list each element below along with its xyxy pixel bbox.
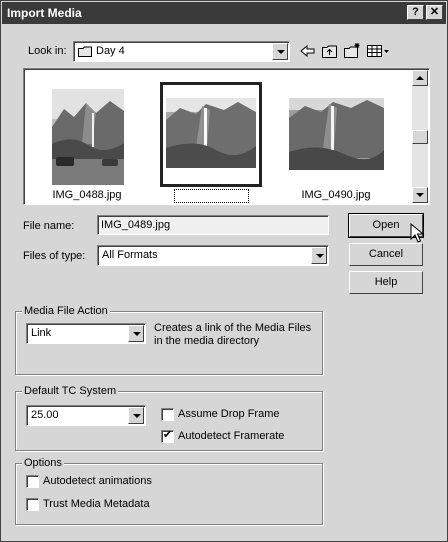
file-type-value: All Formats bbox=[102, 249, 158, 261]
checkmark-icon: ✔ bbox=[162, 429, 173, 441]
scroll-up-button[interactable] bbox=[412, 70, 428, 86]
file-name-label: IMG_0489.jpg bbox=[176, 189, 246, 201]
assume-drop-frame-label: Assume Drop Frame bbox=[178, 408, 280, 420]
chevron-down-icon[interactable] bbox=[128, 325, 144, 342]
help-button[interactable]: Help bbox=[349, 271, 423, 294]
file-list[interactable]: IMG_0488.jpg IMG_0489.jpg IMG_0490.jpg bbox=[23, 68, 430, 205]
cursor-icon bbox=[410, 223, 425, 243]
photo-thumbnail bbox=[52, 89, 124, 185]
default-tc-system-group: Default TC System 25.00 Assume Drop Fram… bbox=[15, 385, 323, 451]
autodetect-animations-checkbox[interactable] bbox=[26, 475, 39, 488]
new-folder-icon[interactable] bbox=[342, 42, 362, 60]
look-in-label: Look in: bbox=[28, 45, 67, 57]
default-tc-system-title: Default TC System bbox=[22, 385, 119, 397]
help-button-label: Help bbox=[374, 276, 398, 288]
import-media-dialog: Import Media ? ✕ Look in: Day 4 IMG_0488… bbox=[0, 0, 448, 542]
view-menu-icon[interactable] bbox=[365, 42, 391, 60]
file-item-img-0490[interactable] bbox=[289, 98, 384, 170]
autodetect-animations-label: Autodetect animations bbox=[43, 475, 152, 487]
file-name-label: IMG_0488.jpg bbox=[52, 189, 122, 201]
autodetect-framerate-label: Autodetect Framerate bbox=[178, 430, 285, 442]
media-file-action-title: Media File Action bbox=[22, 305, 110, 317]
close-title-button[interactable]: ✕ bbox=[426, 5, 443, 20]
tc-system-select[interactable]: 25.00 bbox=[26, 405, 146, 426]
assume-drop-frame-checkbox[interactable] bbox=[161, 408, 174, 421]
cancel-button[interactable]: Cancel bbox=[349, 243, 423, 266]
file-name-field-label: File name: bbox=[23, 220, 75, 232]
back-icon[interactable] bbox=[298, 42, 318, 60]
options-title: Options bbox=[22, 457, 64, 469]
autodetect-framerate-checkbox[interactable]: ✔ bbox=[161, 429, 174, 443]
file-type-select[interactable]: All Formats bbox=[97, 245, 329, 266]
look-in-value: Day 4 bbox=[96, 45, 125, 57]
open-button-label: Open bbox=[372, 219, 400, 231]
file-type-label: Files of type: bbox=[23, 250, 86, 262]
scroll-thumb[interactable] bbox=[412, 130, 428, 144]
file-name-input-value: IMG_0489.jpg bbox=[101, 219, 171, 231]
up-folder-icon[interactable] bbox=[320, 42, 340, 60]
trust-media-metadata-label: Trust Media Metadata bbox=[43, 498, 150, 510]
scroll-down-button[interactable] bbox=[412, 187, 428, 203]
media-action-select[interactable]: Link bbox=[26, 323, 146, 344]
cancel-button-label: Cancel bbox=[368, 248, 404, 260]
media-action-description-2: in the media directory bbox=[154, 335, 260, 347]
file-item-img-0488[interactable] bbox=[52, 89, 124, 185]
file-list-scrollbar[interactable] bbox=[412, 70, 428, 203]
help-title-button[interactable]: ? bbox=[407, 5, 424, 20]
media-action-description-1: Creates a link of the Media Files bbox=[154, 322, 312, 334]
options-group: Options Autodetect animations Trust Medi… bbox=[15, 457, 323, 525]
trust-media-metadata-checkbox[interactable] bbox=[26, 498, 39, 511]
media-file-action-group: Media File Action Link Creates a link of… bbox=[15, 305, 323, 375]
window-title: Import Media bbox=[7, 6, 82, 20]
chevron-down-icon[interactable] bbox=[272, 43, 288, 60]
tc-system-value: 25.00 bbox=[31, 409, 59, 421]
media-action-value: Link bbox=[31, 327, 52, 339]
file-name-label: IMG_0490.jpg bbox=[301, 189, 371, 201]
file-item-img-0489[interactable] bbox=[166, 98, 256, 168]
chevron-down-icon[interactable] bbox=[311, 247, 327, 264]
file-name-input[interactable]: IMG_0489.jpg bbox=[97, 215, 329, 235]
photo-thumbnail bbox=[166, 98, 256, 168]
arrow-down-icon bbox=[416, 193, 424, 197]
photo-thumbnail bbox=[289, 98, 384, 170]
title-bar: Import Media ? ✕ bbox=[2, 2, 446, 24]
close-icon: ✕ bbox=[429, 6, 440, 18]
folder-icon bbox=[78, 46, 92, 57]
look-in-combo[interactable]: Day 4 bbox=[73, 41, 290, 62]
question-icon: ? bbox=[412, 6, 419, 18]
arrow-up-icon bbox=[416, 76, 424, 80]
chevron-down-icon[interactable] bbox=[128, 407, 144, 424]
